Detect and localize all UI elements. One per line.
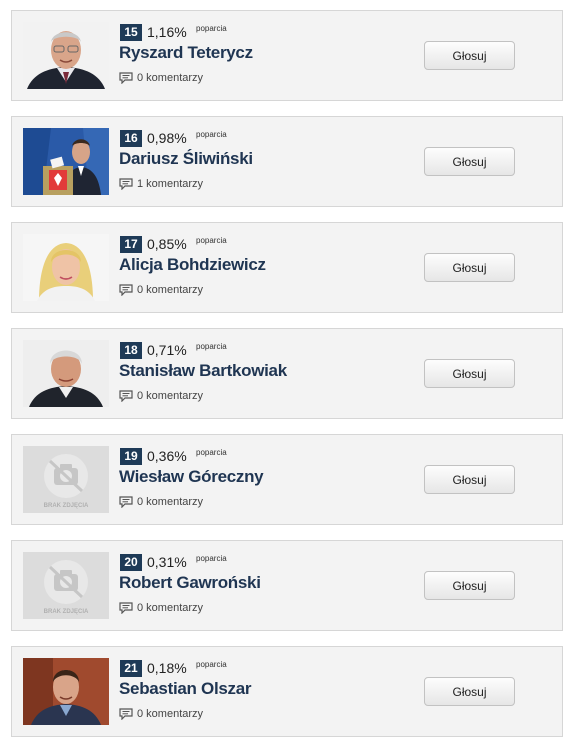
comments-link[interactable]: 0 komentarzy [119, 495, 203, 509]
vote-button[interactable]: Głosuj [424, 465, 515, 494]
no-photo-label: BRAK ZDJĘCIA [44, 503, 89, 509]
candidate-card: 16 0,98% poparcia Dariusz Śliwiński 1 ko… [11, 116, 563, 207]
candidate-list: 15 1,16% poparcia Ryszard Teterycz 0 kom… [0, 0, 570, 755]
comments-link[interactable]: 0 komentarzy [119, 707, 203, 721]
comment-icon [119, 708, 133, 720]
vote-button[interactable]: Głosuj [424, 359, 515, 388]
candidate-photo[interactable]: BRAK ZDJĘCIA [23, 446, 109, 513]
support-label: poparcia [196, 554, 227, 563]
comments-link[interactable]: 0 komentarzy [119, 71, 203, 85]
support-label: poparcia [196, 342, 227, 351]
support-percent: 0,31% [147, 554, 187, 570]
candidate-name[interactable]: Ryszard Teterycz [119, 42, 253, 64]
candidate-name[interactable]: Stanisław Bartkowiak [119, 360, 287, 382]
support-label: poparcia [196, 236, 227, 245]
rank-badge: 16 [120, 130, 142, 147]
support-label: poparcia [196, 130, 227, 139]
vote-button[interactable]: Głosuj [424, 253, 515, 282]
candidate-photo[interactable] [23, 128, 109, 195]
comment-icon [119, 72, 133, 84]
candidate-photo[interactable] [23, 234, 109, 301]
comment-icon [119, 496, 133, 508]
vote-button[interactable]: Głosuj [424, 677, 515, 706]
candidate-name[interactable]: Sebastian Olszar [119, 678, 252, 700]
support-percent: 0,36% [147, 448, 187, 464]
rank-badge: 18 [120, 342, 142, 359]
candidate-photo[interactable] [23, 22, 109, 89]
candidate-card: 21 0,18% poparcia Sebastian Olszar 0 kom… [11, 646, 563, 737]
rank-badge: 20 [120, 554, 142, 571]
candidate-card: 15 1,16% poparcia Ryszard Teterycz 0 kom… [11, 10, 563, 101]
candidate-card: BRAK ZDJĘCIA 19 0,36% poparcia Wiesław G… [11, 434, 563, 525]
comments-count: 1 komentarzy [137, 178, 204, 190]
no-photo-label: BRAK ZDJĘCIA [44, 609, 89, 615]
candidate-name[interactable]: Wiesław Góreczny [119, 466, 264, 488]
comments-link[interactable]: 0 komentarzy [119, 389, 203, 403]
candidate-photo[interactable] [23, 658, 109, 725]
candidate-card: BRAK ZDJĘCIA 20 0,31% poparcia Robert Ga… [11, 540, 563, 631]
vote-button[interactable]: Głosuj [424, 147, 515, 176]
support-label: poparcia [196, 448, 227, 457]
comment-icon [119, 284, 133, 296]
support-percent: 0,71% [147, 342, 187, 358]
candidate-photo[interactable]: BRAK ZDJĘCIA [23, 552, 109, 619]
support-percent: 0,98% [147, 130, 187, 146]
vote-button[interactable]: Głosuj [424, 571, 515, 600]
rank-badge: 15 [120, 24, 142, 41]
candidate-name[interactable]: Dariusz Śliwiński [119, 148, 253, 170]
support-percent: 0,18% [147, 660, 187, 676]
vote-button[interactable]: Głosuj [424, 41, 515, 70]
comments-count: 0 komentarzy [137, 72, 204, 84]
support-percent: 1,16% [147, 24, 187, 40]
comments-count: 0 komentarzy [137, 496, 204, 508]
comments-link[interactable]: 0 komentarzy [119, 283, 203, 297]
rank-badge: 21 [120, 660, 142, 677]
comments-link[interactable]: 1 komentarzy [119, 177, 203, 191]
comments-count: 0 komentarzy [137, 602, 204, 614]
comments-count: 0 komentarzy [137, 708, 204, 720]
candidate-card: 17 0,85% poparcia Alicja Bohdziewicz 0 k… [11, 222, 563, 313]
comment-icon [119, 602, 133, 614]
rank-badge: 17 [120, 236, 142, 253]
candidate-name[interactable]: Alicja Bohdziewicz [119, 254, 266, 276]
comment-icon [119, 390, 133, 402]
comments-count: 0 komentarzy [137, 284, 204, 296]
candidate-card: 18 0,71% poparcia Stanisław Bartkowiak 0… [11, 328, 563, 419]
comments-count: 0 komentarzy [137, 390, 204, 402]
comments-link[interactable]: 0 komentarzy [119, 601, 203, 615]
comment-icon [119, 178, 133, 190]
rank-badge: 19 [120, 448, 142, 465]
support-label: poparcia [196, 660, 227, 669]
candidate-name[interactable]: Robert Gawroński [119, 572, 261, 594]
support-label: poparcia [196, 24, 227, 33]
support-percent: 0,85% [147, 236, 187, 252]
candidate-photo[interactable] [23, 340, 109, 407]
